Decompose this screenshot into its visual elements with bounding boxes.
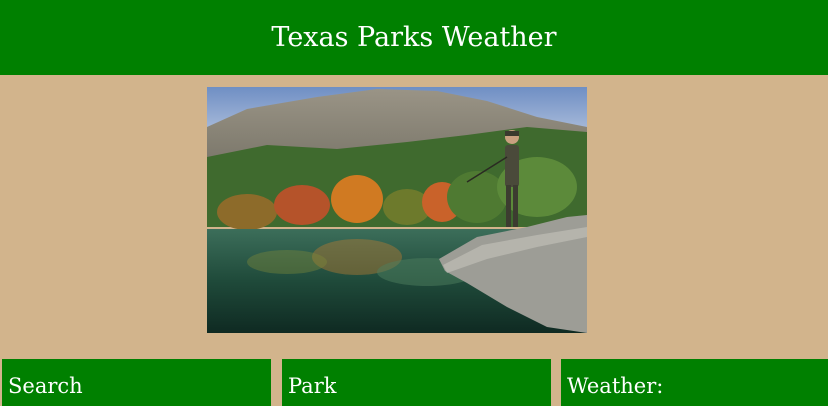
site-header: Texas Parks Weather (0, 0, 828, 75)
search-label: Search (8, 374, 83, 398)
search-panel[interactable]: Search (2, 359, 271, 406)
hero-image (207, 87, 587, 333)
park-panel[interactable]: Park (282, 359, 551, 406)
weather-panel: Weather: (561, 359, 828, 406)
weather-label: Weather: (567, 374, 664, 398)
page-title: Texas Parks Weather (271, 22, 557, 53)
park-label: Park (288, 374, 337, 398)
